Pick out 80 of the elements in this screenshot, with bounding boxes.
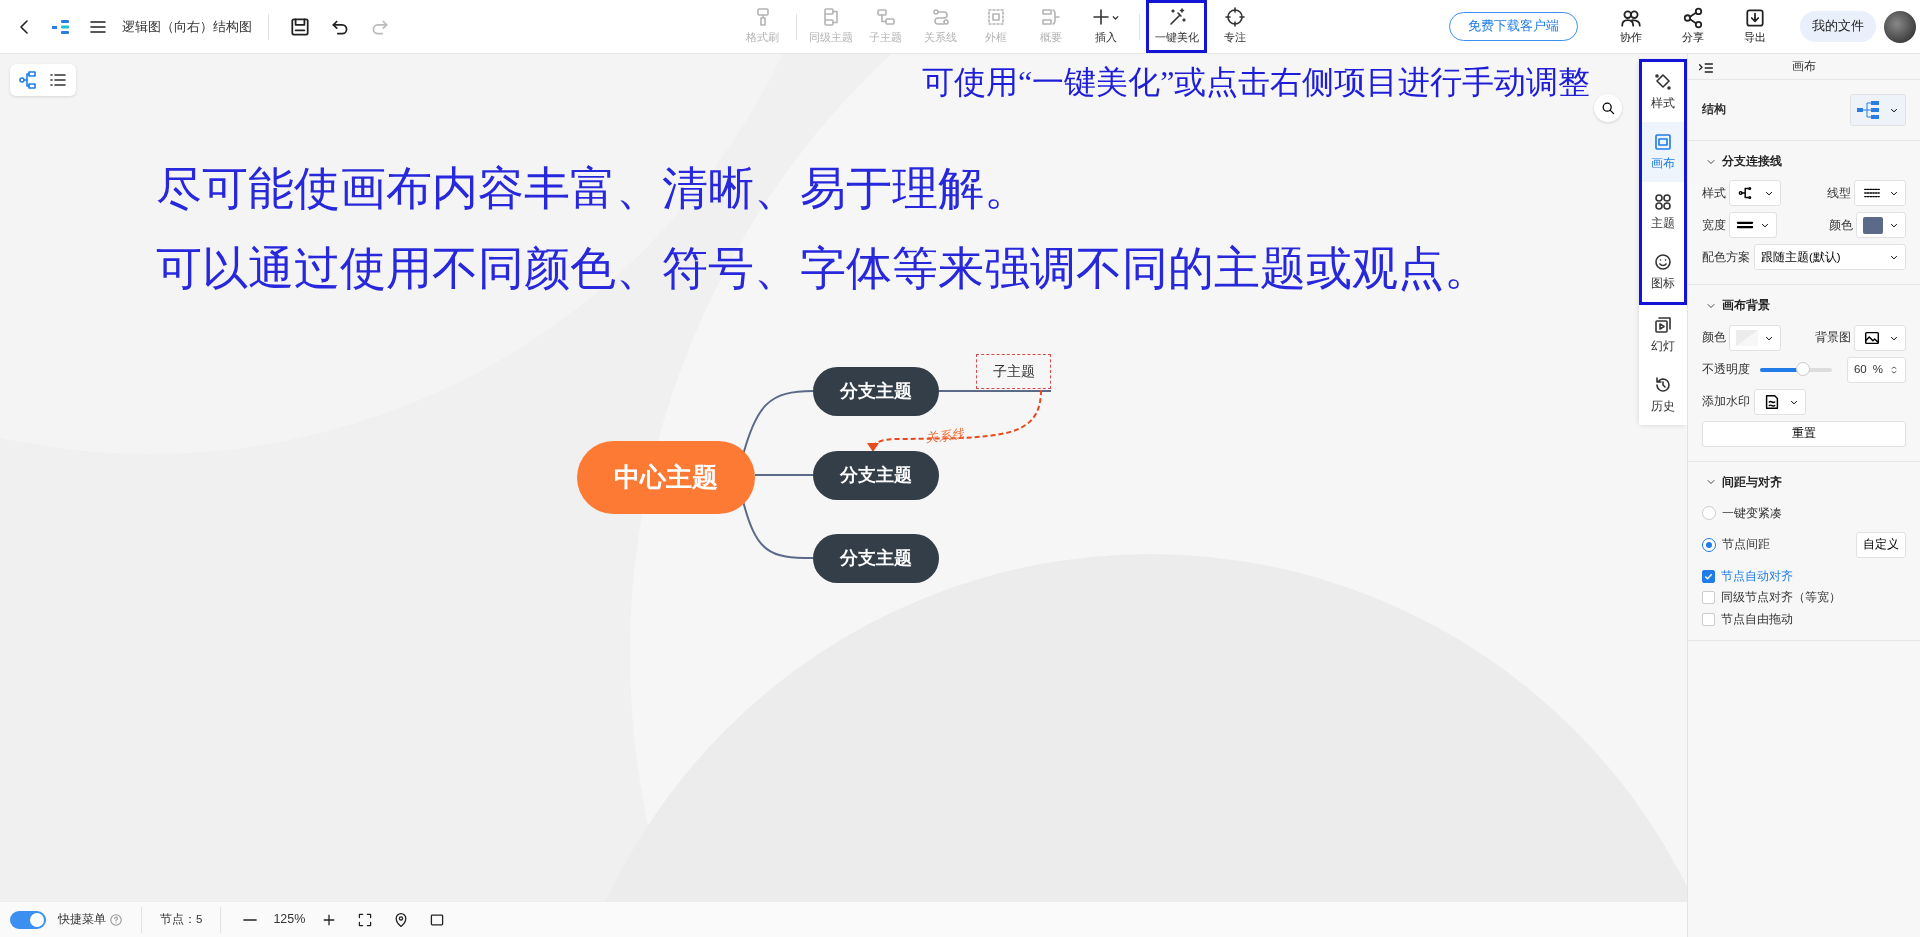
fullscreen-icon <box>357 911 374 928</box>
line-width-icon <box>1736 221 1754 230</box>
note-text: 尽可能使画布内容丰富、清晰、易于理解。 <box>156 166 1030 212</box>
side-tab[interactable]: 幻灯 <box>1639 305 1687 365</box>
download-button[interactable]: 免费下载客户端 <box>1449 12 1578 41</box>
hint-text: 可使用“一键美化”或点击右侧项目进行手动调整 <box>922 63 1591 102</box>
mindmap-view-icon <box>18 70 38 90</box>
field-label: 颜色 <box>1702 329 1726 345</box>
toolbar-button[interactable]: 协作 <box>1604 6 1658 47</box>
export-icon <box>1744 7 1766 30</box>
quick-menu-label: 快捷菜单 <box>58 911 106 927</box>
structure-dropdown[interactable] <box>1850 94 1906 126</box>
slider-thumb[interactable] <box>1796 361 1811 376</box>
user-avatar[interactable] <box>1884 10 1916 43</box>
document-title: 逻辑图（向右）结构图 <box>122 17 252 36</box>
style-dropdown[interactable] <box>1854 180 1906 207</box>
toggle-switch[interactable] <box>10 910 46 929</box>
style-dropdown[interactable] <box>1854 324 1906 351</box>
toolbar-button[interactable]: 专注 <box>1207 3 1262 50</box>
child-topic-icon <box>875 7 896 28</box>
radio-option[interactable]: 节点间距 <box>1702 536 1770 554</box>
subtopic[interactable]: 子主题 <box>976 354 1051 389</box>
section-header[interactable]: 间距与对齐 <box>1702 469 1786 495</box>
checkbox-option[interactable]: 同级节点对齐（等宽） <box>1702 589 1841 607</box>
toolbar-button[interactable]: 一键美化 <box>1149 3 1204 50</box>
frame-icon <box>985 7 1006 28</box>
zoom-level: 125% <box>273 911 306 929</box>
field-label: 背景图 <box>1815 329 1851 345</box>
branch-topic[interactable]: 分支主题 <box>813 534 939 583</box>
field-label: 线型 <box>1827 185 1851 201</box>
summary-icon <box>1040 7 1061 28</box>
field-label: 不透明度 <box>1702 361 1750 377</box>
section-header[interactable]: 画布背景 <box>1702 293 1774 319</box>
panel-title: 画布 <box>1792 58 1816 74</box>
checkbox-option[interactable]: 节点自由拖动 <box>1702 610 1793 628</box>
smiley-icon <box>1653 251 1673 272</box>
minus-icon <box>243 918 258 921</box>
save-icon <box>289 15 311 38</box>
connector-line <box>754 474 814 476</box>
checkbox-option[interactable]: 节点自动对齐 <box>1702 568 1793 586</box>
canvas-icon <box>1653 131 1673 152</box>
style-dropdown[interactable] <box>1729 180 1781 207</box>
history-icon <box>1653 374 1673 395</box>
color-dropdown[interactable] <box>1856 212 1906 239</box>
field-label: 颜色 <box>1829 217 1853 233</box>
side-tab[interactable]: 历史 <box>1639 365 1687 425</box>
plus-icon <box>1091 7 1111 28</box>
field-label: 添加水印 <box>1702 393 1750 409</box>
toolbar-button[interactable]: 插入 <box>1078 3 1133 50</box>
field-label: 配色方案 <box>1702 249 1750 265</box>
branch-topic[interactable]: 分支主题 <box>813 367 939 416</box>
relation-line-icon <box>930 7 951 28</box>
field-label: 样式 <box>1702 185 1726 201</box>
collapse-icon <box>1698 60 1714 76</box>
branch-topic[interactable]: 分支主题 <box>813 451 939 500</box>
target-icon <box>1224 7 1245 28</box>
customize-button[interactable]: 自定义 <box>1856 532 1906 558</box>
toolbar-button[interactable]: 分享 <box>1666 6 1720 47</box>
radio-option[interactable]: 一键变紧凑 <box>1702 504 1782 522</box>
reset-button[interactable]: 重置 <box>1702 420 1906 447</box>
toolbar-button[interactable]: 导出 <box>1728 6 1782 47</box>
theme-icon <box>1653 191 1673 212</box>
opacity-field[interactable]: 60 % <box>1846 356 1906 383</box>
check-icon <box>1704 572 1713 582</box>
node-count: 节点：5 <box>160 911 203 927</box>
field-label: 宽度 <box>1702 217 1726 233</box>
slideshow-icon <box>1653 314 1673 335</box>
note-text: 可以通过使用不同颜色、符号、字体等来强调不同的主题或观点。 <box>156 246 1490 292</box>
style-dropdown[interactable] <box>1729 212 1777 239</box>
scheme-select[interactable]: 跟随主题(默认) <box>1754 244 1906 271</box>
relation-label: 关系线 <box>925 426 966 447</box>
structure-label: 结构 <box>1702 102 1726 118</box>
style-dropdown[interactable] <box>1754 388 1806 415</box>
style-icon <box>1653 71 1673 92</box>
logo-icon <box>52 19 70 34</box>
section-header[interactable]: 分支连接线 <box>1702 149 1786 175</box>
side-tab[interactable]: 画布 <box>1642 122 1684 182</box>
my-files-button[interactable]: 我的文件 <box>1800 11 1876 42</box>
share-icon <box>1682 7 1704 30</box>
search-icon <box>1600 100 1616 116</box>
